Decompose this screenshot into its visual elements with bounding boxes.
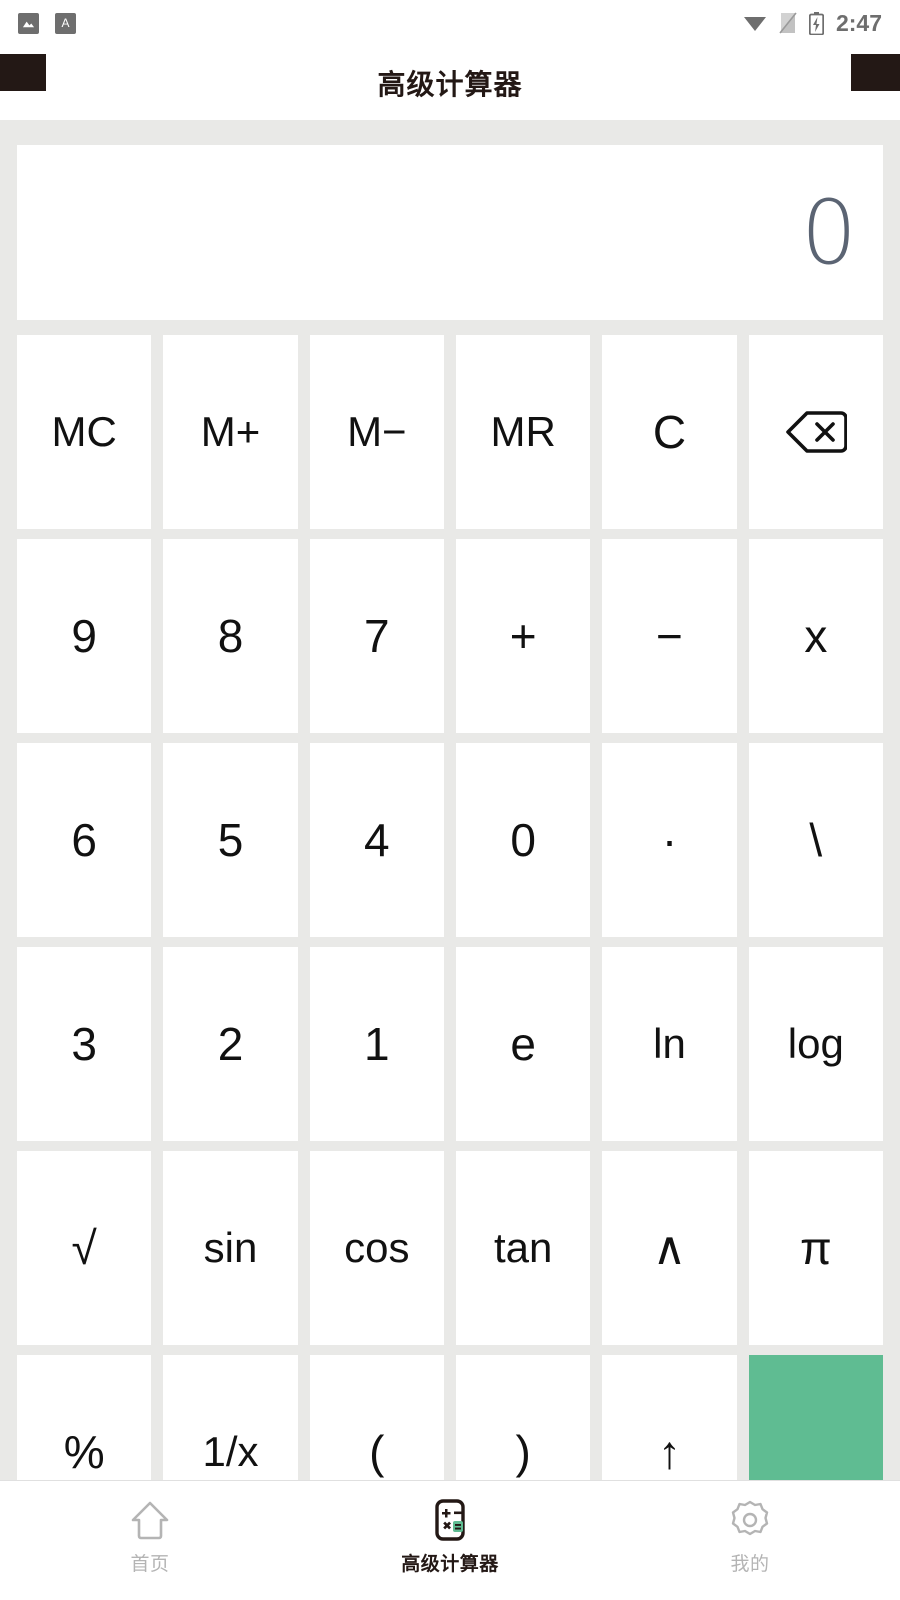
calculator-display[interactable]: 0 <box>17 145 883 320</box>
key-label: + <box>509 610 537 662</box>
key-label: ( <box>369 1426 385 1478</box>
key-memory-sub[interactable]: M− <box>309 335 444 529</box>
sim-card-off-icon <box>779 12 797 34</box>
key-paren-open[interactable]: ( <box>309 1355 444 1480</box>
key-label: C <box>652 406 687 458</box>
key-label: M+ <box>200 408 261 455</box>
nav-item-label: 高级计算器 <box>401 1554 499 1575</box>
key-9[interactable]: 9 <box>17 539 152 733</box>
key-label: √ <box>71 1222 97 1274</box>
key-label: 8 <box>217 610 244 662</box>
screenshot-icon <box>18 12 39 34</box>
nav-item-label: 首页 <box>130 1554 170 1575</box>
key-label: tan <box>493 1224 553 1271</box>
key-sqrt[interactable]: √ <box>17 1151 152 1345</box>
key-label: 4 <box>364 814 390 866</box>
status-bar: A 2:47 <box>0 0 900 46</box>
key-ln[interactable]: ln <box>602 947 737 1141</box>
key-power[interactable]: ∧ <box>602 1151 737 1345</box>
key-label: M− <box>347 408 407 455</box>
key-multiply[interactable]: x <box>748 539 883 733</box>
key-equals[interactable] <box>748 1355 883 1480</box>
nav-home[interactable]: 首页 <box>0 1498 300 1576</box>
key-7[interactable]: 7 <box>309 539 444 733</box>
key-label: 1 <box>364 1018 390 1070</box>
calculator-body: 0 MC M+ M− MR C 9 8 7 + − x 6 5 4 0 · \ 3 2 1 e ln log √ sin cos t… <box>0 120 900 1480</box>
key-plus[interactable]: + <box>455 539 591 733</box>
key-label: ) <box>515 1426 531 1478</box>
page-title: 高级计算器 <box>377 69 523 100</box>
key-label: − <box>656 610 683 662</box>
key-label: x <box>804 610 828 662</box>
key-minus[interactable]: − <box>602 539 737 733</box>
status-bar-clock: 2:47 <box>835 9 882 36</box>
status-bar-right-icons: 2:47 <box>743 9 882 36</box>
key-tan[interactable]: tan <box>455 1151 591 1345</box>
nav-profile[interactable]: 我的 <box>600 1498 900 1576</box>
key-label: ↑ <box>657 1426 681 1478</box>
key-label: 0 <box>510 814 536 866</box>
nav-item-label: 我的 <box>730 1554 770 1575</box>
key-label: ln <box>653 1020 686 1067</box>
app-root: A 2:47 高级计算器 0 MC M+ M− MR C 9 8 7 + − x… <box>0 0 900 1600</box>
key-5[interactable]: 5 <box>163 743 298 937</box>
key-clear[interactable]: C <box>602 335 737 529</box>
key-label: e <box>510 1018 536 1070</box>
key-label: ∧ <box>652 1222 687 1274</box>
key-label: 7 <box>364 610 390 662</box>
key-cos[interactable]: cos <box>309 1151 444 1345</box>
key-label: 5 <box>217 814 244 866</box>
title-bar-right-block <box>851 54 900 91</box>
font-size-icon: A <box>55 12 76 34</box>
key-label: π <box>799 1222 832 1274</box>
key-memory-add[interactable]: M+ <box>163 335 298 529</box>
key-label: \ <box>809 814 823 866</box>
display-value: 0 <box>801 180 857 284</box>
key-4[interactable]: 4 <box>309 743 444 937</box>
key-2[interactable]: 2 <box>163 947 298 1141</box>
key-label: · <box>661 814 678 866</box>
title-bar-left-block <box>0 54 46 91</box>
key-pi[interactable]: π <box>748 1151 883 1345</box>
key-8[interactable]: 8 <box>163 539 298 733</box>
keypad-grid: MC M+ M− MR C 9 8 7 + − x 6 5 4 0 · \ 3 2 1 e ln log √ sin cos tan… <box>17 335 883 1480</box>
calculator-icon <box>428 1498 472 1542</box>
status-bar-left-icons: A <box>18 12 76 34</box>
title-bar: 高级计算器 <box>0 46 900 120</box>
key-label: 9 <box>71 610 97 662</box>
key-label: sin <box>203 1224 258 1271</box>
key-sin[interactable]: sin <box>163 1151 298 1345</box>
key-decimal[interactable]: · <box>602 743 737 937</box>
bottom-navigation: 首页 高级计算器 我的 <box>0 1480 900 1600</box>
key-6[interactable]: 6 <box>17 743 152 937</box>
backspace-icon <box>785 410 847 454</box>
key-e[interactable]: e <box>455 947 591 1141</box>
key-memory-clear[interactable]: MC <box>17 335 152 529</box>
key-label: 2 <box>217 1018 244 1070</box>
key-label: cos <box>344 1224 410 1271</box>
wifi-icon <box>743 14 767 32</box>
key-backspace[interactable] <box>748 335 883 529</box>
home-icon <box>128 1498 172 1542</box>
key-up[interactable]: ↑ <box>602 1355 737 1480</box>
key-0[interactable]: 0 <box>455 743 591 937</box>
key-label: MR <box>490 408 556 455</box>
key-label: 1/x <box>202 1428 259 1475</box>
nav-calculator[interactable]: 高级计算器 <box>300 1498 600 1576</box>
key-log[interactable]: log <box>748 947 883 1141</box>
key-label: log <box>787 1020 844 1067</box>
key-percent[interactable]: % <box>17 1355 152 1480</box>
key-divide[interactable]: \ <box>748 743 883 937</box>
key-reciprocal[interactable]: 1/x <box>163 1355 298 1480</box>
key-3[interactable]: 3 <box>17 947 152 1141</box>
key-label: 3 <box>71 1018 97 1070</box>
key-paren-close[interactable]: ) <box>455 1355 591 1480</box>
battery-charging-icon <box>808 11 824 35</box>
key-label: MC <box>51 408 117 455</box>
key-1[interactable]: 1 <box>309 947 444 1141</box>
gear-icon <box>728 1498 772 1542</box>
key-memory-recall[interactable]: MR <box>455 335 591 529</box>
key-label: 6 <box>71 814 97 866</box>
key-label: % <box>63 1426 105 1478</box>
